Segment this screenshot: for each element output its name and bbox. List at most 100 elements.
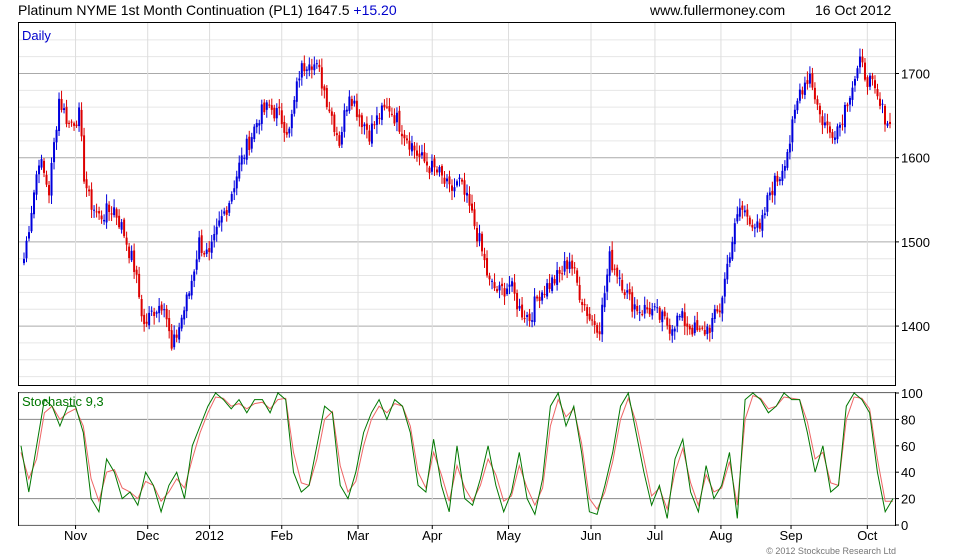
candle-body xyxy=(213,233,216,241)
candle-body xyxy=(761,215,764,231)
candle-body xyxy=(758,222,761,229)
candle-body xyxy=(626,290,629,293)
candle-body xyxy=(868,75,871,87)
candle-body xyxy=(120,222,123,230)
candle-body xyxy=(721,297,724,314)
candle-body xyxy=(365,123,368,130)
candle-body xyxy=(706,326,709,335)
candle-body xyxy=(165,308,168,320)
candle-body xyxy=(588,313,591,320)
candle-body xyxy=(788,143,791,153)
stoch-tick-label: 0 xyxy=(901,518,908,533)
candle-body xyxy=(631,292,634,312)
candle-body xyxy=(265,102,268,110)
price-tick-label: 1700 xyxy=(901,67,930,82)
candle-body xyxy=(378,117,381,119)
candle-body xyxy=(728,257,731,263)
candle-body xyxy=(553,278,556,284)
candle-body xyxy=(591,319,594,321)
candle-body xyxy=(170,330,173,349)
x-tick-label: 2012 xyxy=(195,528,224,543)
candle-body xyxy=(153,311,156,316)
candle-body xyxy=(138,273,141,298)
candle-body xyxy=(886,123,889,126)
candle-body xyxy=(280,110,283,125)
candle-body xyxy=(220,216,223,223)
candle-body xyxy=(430,160,433,172)
candle-body xyxy=(348,96,351,111)
candle-body xyxy=(395,112,398,123)
candle-body xyxy=(135,269,138,275)
candle-body xyxy=(621,279,624,291)
candle-body xyxy=(128,246,131,259)
x-tick-label: Nov xyxy=(64,528,88,543)
candle-body xyxy=(491,280,494,282)
candle-body xyxy=(778,179,781,182)
candle-body xyxy=(551,277,554,291)
candle-body xyxy=(546,283,549,297)
candle-body xyxy=(255,123,258,128)
x-tick-label: Dec xyxy=(136,528,160,543)
candle-body xyxy=(65,106,68,125)
candle-body xyxy=(55,129,58,143)
candle-body xyxy=(578,284,581,301)
price-tick-label: 1500 xyxy=(901,235,930,250)
candle-body xyxy=(681,311,684,318)
candle-body xyxy=(556,270,559,285)
stoch-tick-label: 60 xyxy=(901,439,915,454)
candle-body xyxy=(335,133,338,136)
candle-body xyxy=(593,321,596,325)
candle-body xyxy=(78,107,81,127)
candle-body xyxy=(803,82,806,95)
candle-body xyxy=(543,293,546,295)
candle-body xyxy=(738,207,741,217)
candle-body xyxy=(453,187,456,192)
candle-body xyxy=(103,219,106,222)
candle-body xyxy=(28,232,31,239)
candle-body xyxy=(853,78,856,86)
candle-body xyxy=(618,277,621,279)
x-tick-label: Mar xyxy=(347,528,370,543)
stoch-tick-label: 80 xyxy=(901,412,915,427)
candle-body xyxy=(836,126,839,140)
candle-body xyxy=(478,233,481,242)
candle-body xyxy=(125,237,128,245)
candle-body xyxy=(608,251,611,276)
candle-body xyxy=(155,312,158,314)
candle-body xyxy=(88,189,91,192)
candle-body xyxy=(198,237,201,260)
candle-body xyxy=(203,252,206,255)
candle-body xyxy=(428,167,431,174)
candle-body xyxy=(611,249,614,271)
candle-body xyxy=(108,204,111,213)
candle-body xyxy=(638,312,641,314)
candle-body xyxy=(581,302,584,305)
candle-body xyxy=(693,322,696,334)
candle-body xyxy=(50,163,53,196)
stoch-tick-label: 20 xyxy=(901,492,915,507)
candle-body xyxy=(370,123,373,144)
candle-body xyxy=(230,194,233,202)
candle-body xyxy=(483,253,486,261)
stochastic-label: Stochastic 9,3 xyxy=(22,394,104,409)
candle-body xyxy=(586,307,589,316)
candle-body xyxy=(866,77,869,87)
candle-body xyxy=(481,233,484,252)
candle-body xyxy=(751,224,754,228)
candle-body xyxy=(40,159,43,168)
candle-body xyxy=(528,313,531,322)
candle-body xyxy=(821,116,824,126)
candle-body xyxy=(145,321,148,324)
candle-body xyxy=(333,114,336,133)
candle-body xyxy=(798,89,801,101)
candle-body xyxy=(818,105,821,115)
candle-body xyxy=(53,142,56,163)
candle-body xyxy=(743,210,746,213)
candle-body xyxy=(330,111,333,116)
candle-body xyxy=(613,268,616,270)
candle-body xyxy=(838,124,841,128)
candle-body xyxy=(133,250,136,272)
candle-body xyxy=(168,318,171,332)
candle-body xyxy=(173,334,176,348)
candle-body xyxy=(273,107,276,119)
